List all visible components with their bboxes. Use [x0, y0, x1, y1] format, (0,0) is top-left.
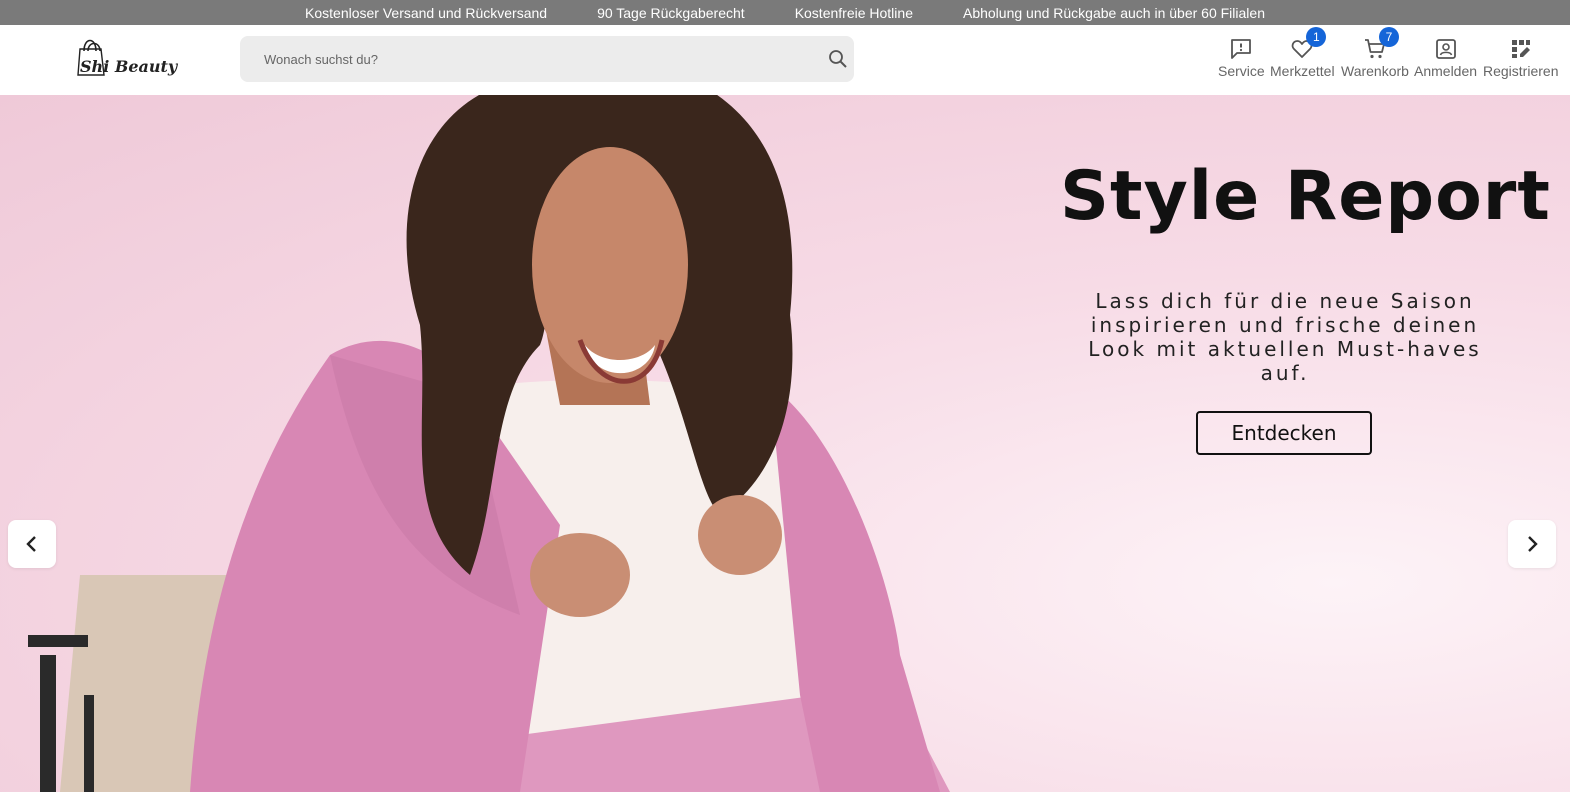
logo-text: Shi Beauty — [80, 57, 178, 76]
announcement-pickup: Abholung und Rückgabe auch in über 60 Fi… — [962, 4, 1265, 21]
announcement-hotline: Kostenfreie Hotline — [794, 4, 913, 21]
nav-cart-label: Warenkorb — [1341, 63, 1409, 79]
nav-cart[interactable]: 7 Warenkorb — [1341, 27, 1409, 79]
user-icon — [1435, 39, 1456, 59]
chevron-left-icon — [26, 536, 36, 552]
search-bar — [240, 36, 854, 82]
message-alert-icon — [1231, 39, 1252, 59]
nav-login-label: Anmelden — [1414, 63, 1478, 79]
hero-model-image — [28, 95, 950, 792]
nav-wishlist-label: Merkzettel — [1270, 63, 1335, 79]
slider-next-button[interactable] — [1508, 520, 1556, 568]
announcement-returns: 90 Tage Rückgaberecht — [597, 4, 745, 21]
site-header: Shi Beauty Service 1 Merkzettel — [0, 25, 1570, 95]
search-icon[interactable] — [828, 49, 848, 69]
nav-register-label: Registrieren — [1483, 63, 1559, 79]
nav-service[interactable]: Service — [1218, 37, 1265, 79]
hero-title: Style Report — [1060, 157, 1551, 236]
announcement-bar: Kostenloser Versand und Rückversand 90 T… — [0, 0, 1570, 25]
search-input[interactable] — [240, 36, 854, 82]
nav-service-label: Service — [1218, 63, 1265, 79]
logo[interactable]: Shi Beauty — [72, 35, 182, 85]
discover-button[interactable]: Entdecken — [1196, 411, 1372, 455]
chevron-right-icon — [1528, 536, 1538, 552]
hero-slider: Style Report Lass dich für die neue Sais… — [0, 95, 1570, 792]
slider-prev-button[interactable] — [8, 520, 56, 568]
hero-subtitle: Lass dich für die neue Saison inspiriere… — [1088, 289, 1482, 385]
nav-login[interactable]: Anmelden — [1414, 37, 1477, 79]
register-icon — [1511, 40, 1530, 58]
nav-register[interactable]: Registrieren — [1483, 37, 1558, 79]
wishlist-count-badge: 1 — [1306, 27, 1327, 47]
cart-count-badge: 7 — [1378, 27, 1399, 47]
nav-wishlist[interactable]: 1 Merkzettel — [1270, 27, 1335, 79]
announcement-shipping: Kostenloser Versand und Rückversand — [305, 4, 548, 21]
